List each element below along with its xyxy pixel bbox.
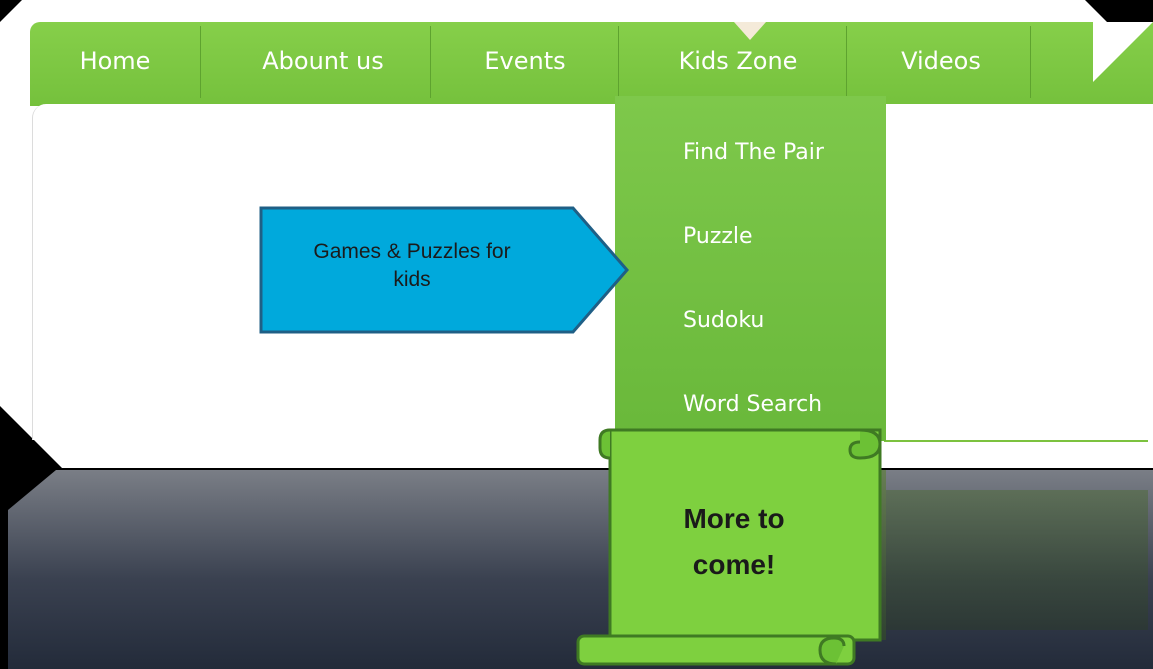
nav-events[interactable]: Events [440,22,610,102]
nav-separator [618,26,619,98]
reflection-ghost [886,490,1148,630]
menu-item-find-the-pair[interactable]: Find The Pair [683,140,824,165]
menu-item-puzzle[interactable]: Puzzle [683,224,753,249]
callout-text: Games & Puzzles for kids [262,238,562,294]
banner-line-2: come! [692,549,776,580]
callout-line-1: Games & Puzzles for [313,240,511,263]
banner-text: More to come! [622,496,846,588]
active-pointer-icon [734,22,766,40]
nav-home[interactable]: Home [60,22,170,102]
callout-line-2: kids [393,268,431,291]
nav-bar: Home Abount us Events Kids Zone Videos [30,22,1153,106]
nav-separator [1030,26,1031,98]
banner-line-1: More to [683,503,785,534]
nav-separator [430,26,431,98]
menu-item-sudoku[interactable]: Sudoku [683,308,764,333]
menu-item-word-search[interactable]: Word Search [683,392,822,417]
nav-videos[interactable]: Videos [856,22,1026,102]
nav-about[interactable]: Abount us [218,22,428,102]
content-divider [884,440,1148,442]
nav-separator [200,26,201,98]
slide-stage: Home Abount us Events Kids Zone Videos F… [0,0,1153,669]
nav-separator [846,26,847,98]
kids-zone-dropdown: Find The Pair Puzzle Sudoku Word Search [615,96,886,441]
